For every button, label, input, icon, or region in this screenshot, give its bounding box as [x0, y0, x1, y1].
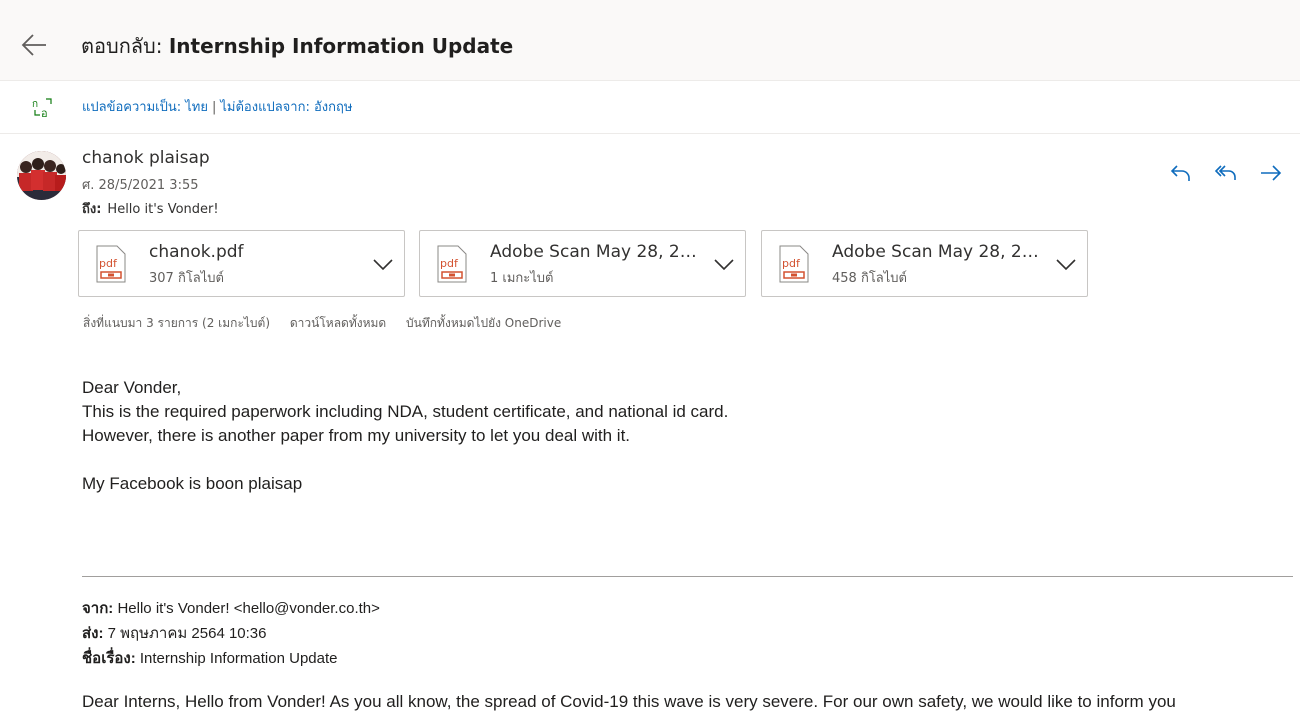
- from-label: จาก:: [82, 600, 114, 617]
- title-prefix: ตอบกลับ:: [81, 34, 169, 58]
- body-line: This is the required paperwork including…: [82, 402, 729, 421]
- svg-text:อ: อ: [41, 107, 48, 119]
- page-title: ตอบกลับ: Internship Information Update: [81, 33, 513, 59]
- subject-value: Internship Information Update: [135, 650, 338, 667]
- svg-text:pdf: pdf: [782, 257, 801, 270]
- sender-name[interactable]: chanok plaisap: [82, 148, 210, 168]
- attachment-count: สิ่งที่แนบมา 3 รายการ (2 เมกะไบต์): [83, 316, 271, 330]
- attachment-name: chanok.pdf: [149, 242, 244, 262]
- quoted-message-divider: [82, 576, 1293, 577]
- no-translate-link[interactable]: ไม่ต้องแปลจาก: อังกฤษ: [220, 100, 352, 115]
- from-value: Hello it's Vonder! <hello@vonder.co.th>: [113, 600, 380, 617]
- message-body: Dear Vonder, This is the required paperw…: [82, 376, 728, 496]
- quoted-message-header: จาก: Hello it's Vonder! <hello@vonder.co…: [82, 596, 380, 671]
- translate-icon: ก อ: [32, 97, 54, 120]
- svg-text:pdf: pdf: [99, 257, 118, 270]
- back-button[interactable]: [18, 28, 52, 62]
- sender-avatar[interactable]: [17, 151, 66, 200]
- attachment-size: 307 กิโลไบต์: [149, 271, 224, 286]
- attachment-size: 458 กิโลไบต์: [832, 271, 907, 286]
- reply-all-icon: [1214, 165, 1236, 180]
- svg-text:ก: ก: [32, 99, 38, 110]
- attachment-size: 1 เมกะไบต์: [490, 271, 554, 286]
- body-line: However, there is another paper from my …: [82, 426, 631, 445]
- svg-text:pdf: pdf: [440, 257, 459, 270]
- attachment-card[interactable]: pdf Adobe Scan May 28, 2021.pdf 1 เมกะไบ…: [419, 230, 746, 297]
- body-line: Dear Vonder,: [82, 378, 182, 397]
- pdf-icon: pdf: [437, 245, 467, 283]
- quoted-body-line: Dear Interns, Hello from Vonder! As you …: [82, 692, 1176, 711]
- body-line: My Facebook is boon plaisap: [82, 474, 303, 493]
- chevron-down-icon[interactable]: [372, 255, 394, 273]
- translate-separator: |: [211, 100, 217, 115]
- quoted-subject: ชื่อเรื่อง: Internship Information Updat…: [82, 646, 380, 671]
- reply-button[interactable]: [1168, 160, 1194, 186]
- translation-bar: ก อ แปลข้อความเป็น: ไทย | ไม่ต้องแปลจาก: อ…: [0, 82, 1300, 134]
- forward-icon: [1261, 165, 1282, 181]
- title-subject: Internship Information Update: [168, 34, 514, 58]
- save-to-onedrive-link[interactable]: บันทึกทั้งหมดไปยัง OneDrive: [406, 316, 561, 330]
- reply-all-button[interactable]: [1213, 160, 1239, 186]
- translate-options: แปลข้อความเป็น: ไทย | ไม่ต้องแปลจาก: อังกฤ…: [82, 99, 352, 117]
- back-arrow-icon: [21, 34, 46, 56]
- download-all-link[interactable]: ดาวน์โหลดทั้งหมด: [290, 316, 386, 330]
- forward-button[interactable]: [1258, 160, 1284, 186]
- sent-value: 7 พฤษภาคม 2564 10:36: [103, 625, 267, 642]
- attachment-card[interactable]: pdf chanok.pdf 307 กิโลไบต์: [78, 230, 405, 297]
- sent-label: ส่ง:: [82, 625, 104, 642]
- attachment-summary: สิ่งที่แนบมา 3 รายการ (2 เมกะไบต์) ดาวน์…: [83, 314, 577, 333]
- sent-date: ศ. 28/5/2021 3:55: [82, 178, 199, 193]
- translate-to-link[interactable]: แปลข้อความเป็น: ไทย: [82, 100, 208, 115]
- pdf-icon: pdf: [779, 245, 809, 283]
- quoted-sent: ส่ง: 7 พฤษภาคม 2564 10:36: [82, 621, 380, 646]
- chevron-down-icon[interactable]: [713, 255, 735, 273]
- recipient-line: ถึง: Hello it's Vonder!: [82, 198, 219, 219]
- reply-icon: [1170, 165, 1190, 181]
- recipient-name[interactable]: Hello it's Vonder!: [107, 202, 218, 217]
- quoted-from: จาก: Hello it's Vonder! <hello@vonder.co…: [82, 596, 380, 621]
- attachment-name: Adobe Scan May 28, 2021 (1).pdf: [832, 242, 1042, 262]
- attachment-card[interactable]: pdf Adobe Scan May 28, 2021 (1).pdf 458 …: [761, 230, 1088, 297]
- chevron-down-icon[interactable]: [1055, 255, 1077, 273]
- reading-pane-header: ตอบกลับ: Internship Information Update: [0, 0, 1300, 81]
- attachment-name: Adobe Scan May 28, 2021.pdf: [490, 242, 700, 262]
- subject-label: ชื่อเรื่อง:: [82, 650, 136, 667]
- pdf-icon: pdf: [96, 245, 126, 283]
- to-label: ถึง:: [82, 202, 102, 217]
